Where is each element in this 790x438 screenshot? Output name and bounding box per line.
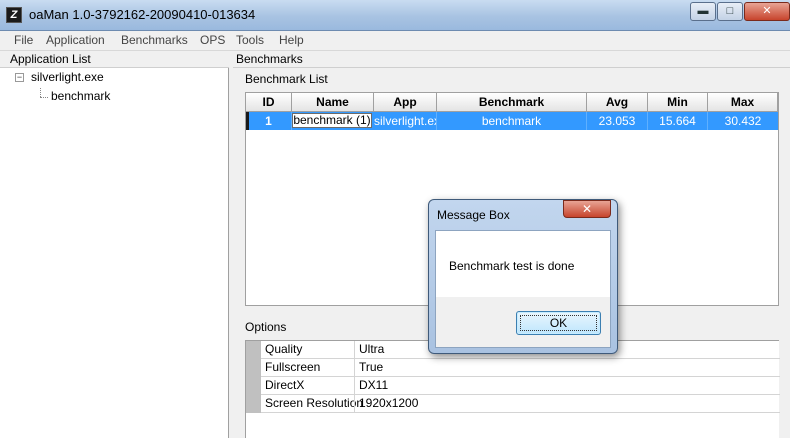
option-row[interactable]: DirectX DX11	[246, 377, 780, 395]
option-name: Quality	[265, 342, 303, 356]
window-title: oaMan 1.0-3792162-20090410-013634	[29, 7, 256, 22]
cell-benchmark[interactable]: benchmark	[437, 112, 587, 130]
option-name: Screen Resolution	[265, 396, 364, 410]
column-divider	[354, 359, 355, 377]
column-header-avg[interactable]: Avg	[587, 93, 648, 112]
row-gutter	[246, 395, 261, 413]
maximize-button[interactable]: □	[717, 2, 743, 21]
option-value[interactable]: Ultra	[359, 341, 384, 358]
application-list-header: Application List	[0, 51, 229, 68]
column-header-benchmark[interactable]: Benchmark	[437, 93, 587, 112]
option-value[interactable]: True	[359, 359, 383, 376]
row-gutter	[246, 359, 261, 377]
option-name: DirectX	[265, 378, 305, 392]
dialog-content: Benchmark test is done OK	[435, 230, 611, 348]
menu-ops[interactable]: OPS	[200, 33, 225, 47]
cell-avg[interactable]: 23.053	[587, 112, 648, 130]
ok-button[interactable]: OK	[516, 311, 601, 335]
tree-item-benchmark[interactable]: benchmark	[51, 89, 110, 103]
option-value[interactable]: DX11	[359, 377, 388, 394]
menu-bar: File Application Benchmarks OPS Tools He…	[0, 31, 790, 51]
menu-application[interactable]: Application	[46, 33, 105, 47]
column-divider	[354, 341, 355, 359]
close-button[interactable]: ✕	[744, 2, 790, 21]
minimize-button[interactable]: ▬	[690, 2, 716, 21]
tree-item-silverlight[interactable]: silverlight.exe	[31, 70, 104, 84]
message-box-dialog[interactable]: Message Box ✕ Benchmark test is done OK	[428, 199, 618, 354]
title-bar[interactable]: Z oaMan 1.0-3792162-20090410-013634 ▬ □ …	[0, 0, 790, 31]
options-label: Options	[245, 320, 287, 334]
dialog-title: Message Box	[437, 208, 510, 222]
column-header-name[interactable]: Name	[292, 93, 374, 112]
row-gutter	[246, 377, 261, 395]
cell-name-editor[interactable]: benchmark (1)	[292, 113, 372, 128]
column-header-min[interactable]: Min	[648, 93, 708, 112]
tree-collapse-icon[interactable]: −	[15, 73, 24, 82]
cell-min[interactable]: 15.664	[648, 112, 708, 130]
menu-benchmarks[interactable]: Benchmarks	[121, 33, 188, 47]
column-header-id[interactable]: ID	[246, 93, 292, 112]
vertical-splitter[interactable]	[229, 51, 233, 438]
tree-connector	[40, 88, 41, 97]
focus-rectangle	[520, 315, 597, 331]
tree-connector	[40, 97, 48, 98]
oa-app-icon: Z	[6, 7, 22, 23]
column-divider	[354, 377, 355, 395]
column-header-app[interactable]: App	[374, 93, 437, 112]
cell-max[interactable]: 30.432	[708, 112, 778, 130]
table-row[interactable]: 1 benchmark (1) silverlight.exe benchmar…	[246, 112, 778, 130]
option-row[interactable]: Screen Resolution 1920x1200	[246, 395, 780, 413]
option-row[interactable]: Fullscreen True	[246, 359, 780, 377]
menu-file[interactable]: File	[14, 33, 33, 47]
row-gutter	[246, 341, 261, 359]
options-grid[interactable]: Quality Ultra Fullscreen True DirectX DX…	[245, 340, 780, 438]
column-divider	[354, 395, 355, 413]
benchmark-list-label: Benchmark List	[245, 72, 328, 86]
dialog-message-area: Benchmark test is done	[436, 231, 610, 297]
benchmarks-header: Benchmarks	[233, 51, 790, 68]
grid-header: ID Name App Benchmark Avg Min Max	[246, 93, 778, 112]
cell-app[interactable]: silverlight.exe	[374, 112, 437, 130]
option-name: Fullscreen	[265, 360, 321, 374]
dialog-close-button[interactable]: ✕	[563, 200, 611, 218]
column-header-max[interactable]: Max	[708, 93, 778, 112]
cell-id[interactable]: 1	[246, 112, 292, 130]
application-tree[interactable]: − silverlight.exe benchmark	[0, 68, 229, 438]
menu-tools[interactable]: Tools	[236, 33, 264, 47]
option-value[interactable]: 1920x1200	[359, 395, 418, 412]
menu-help[interactable]: Help	[279, 33, 304, 47]
dialog-message: Benchmark test is done	[449, 259, 575, 273]
